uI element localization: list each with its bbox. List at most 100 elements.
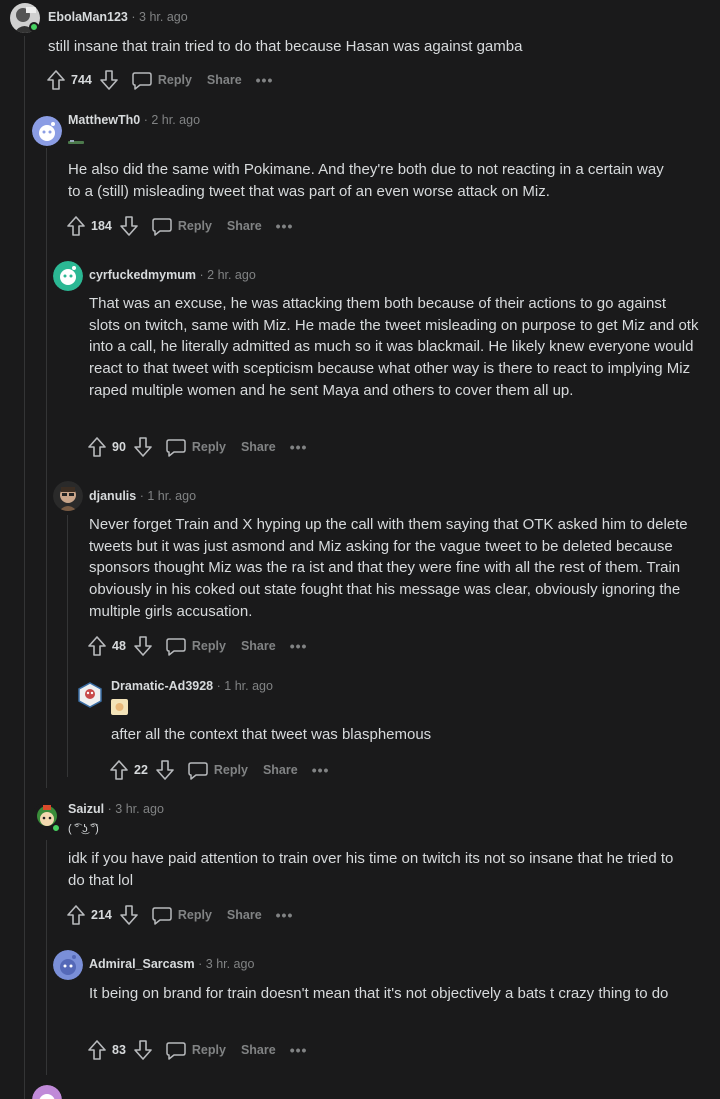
thread-line[interactable]: [67, 515, 68, 777]
upvote-icon[interactable]: [86, 1039, 108, 1061]
comment-meta: EbolaMan123 · 3 hr. ago: [48, 10, 188, 24]
comment-actions: 214 Reply Share •••: [65, 903, 293, 927]
timestamp[interactable]: 1 hr. ago: [147, 489, 196, 503]
comment-icon: [166, 1041, 186, 1060]
username[interactable]: cyrfuckedmymum: [89, 268, 196, 282]
username[interactable]: djanulis: [89, 489, 136, 503]
upvote-icon[interactable]: [45, 69, 67, 91]
share-button[interactable]: Share: [263, 763, 298, 777]
avatar[interactable]: [53, 481, 83, 511]
reply-button[interactable]: Reply: [188, 761, 248, 780]
reply-label: Reply: [191, 639, 226, 653]
username[interactable]: EbolaMan123: [48, 10, 128, 24]
separator: ·: [143, 113, 148, 127]
timestamp[interactable]: 1 hr. ago: [224, 679, 273, 693]
comment-body: That was an excuse, he was attacking the…: [89, 295, 699, 399]
separator: ·: [139, 489, 144, 503]
share-button[interactable]: Share: [227, 219, 262, 233]
comment-meta: cyrfuckedmymum · 2 hr. ago: [89, 268, 256, 282]
comment-icon: [152, 217, 172, 236]
reply-button[interactable]: Reply: [166, 438, 226, 457]
upvote-icon[interactable]: [86, 635, 108, 657]
separator: ·: [107, 802, 112, 816]
timestamp[interactable]: 3 hr. ago: [139, 10, 188, 24]
more-options-icon[interactable]: •••: [290, 1042, 308, 1058]
timestamp[interactable]: 2 hr. ago: [151, 113, 200, 127]
comment-meta: MatthewTh0 · 2 hr. ago: [68, 113, 200, 127]
upvote-icon[interactable]: [86, 436, 108, 458]
username[interactable]: Dramatic-Ad3928: [111, 679, 213, 693]
upvote-icon[interactable]: [108, 759, 130, 781]
reply-label: Reply: [191, 1043, 226, 1057]
share-button[interactable]: Share: [207, 73, 242, 87]
downvote-icon[interactable]: [132, 1039, 154, 1061]
downvote-icon[interactable]: [118, 215, 140, 237]
comment-meta: Admiral_Sarcasm · 3 hr. ago: [89, 957, 254, 971]
thread-line[interactable]: [46, 148, 47, 788]
thread-line[interactable]: [46, 840, 47, 1075]
avatar[interactable]: [32, 116, 62, 146]
comment-meta: Saizul · 3 hr. ago: [68, 802, 164, 816]
comment-body: It being on brand for train doesn't mean…: [89, 985, 669, 1002]
username[interactable]: Saizul: [68, 802, 104, 816]
online-status-icon: [29, 22, 39, 32]
vote-count: 48: [112, 639, 126, 653]
share-button[interactable]: Share: [241, 440, 276, 454]
username[interactable]: MatthewTh0: [68, 113, 140, 127]
downvote-icon[interactable]: [98, 69, 120, 91]
separator: ·: [131, 10, 136, 24]
comment-meta: Dramatic-Ad3928 · 1 hr. ago: [111, 679, 273, 693]
thread-line[interactable]: [24, 36, 25, 1099]
downvote-icon[interactable]: [132, 635, 154, 657]
share-button[interactable]: Share: [241, 639, 276, 653]
more-options-icon[interactable]: •••: [276, 907, 294, 923]
comment-icon: [188, 761, 208, 780]
avatar[interactable]: [53, 261, 83, 291]
share-button[interactable]: Share: [227, 908, 262, 922]
share-button[interactable]: Share: [241, 1043, 276, 1057]
more-options-icon[interactable]: •••: [290, 439, 308, 455]
separator: ·: [216, 679, 221, 693]
timestamp[interactable]: 3 hr. ago: [115, 802, 164, 816]
comment-icon: [152, 906, 172, 925]
reply-label: Reply: [213, 763, 248, 777]
reply-label: Reply: [177, 908, 212, 922]
comment-actions: 22 Reply Share •••: [108, 758, 329, 782]
comment-body: He also did the same with Pokimane. And …: [68, 161, 664, 200]
more-options-icon[interactable]: •••: [290, 638, 308, 654]
comment-actions: 90 Reply Share •••: [86, 435, 307, 459]
reply-button[interactable]: Reply: [152, 217, 212, 236]
comment-body: Never forget Train and X hyping up the c…: [89, 516, 688, 620]
timestamp[interactable]: 3 hr. ago: [206, 957, 255, 971]
reply-label: Reply: [177, 219, 212, 233]
comment-body: after all the context that tweet was bla…: [111, 726, 432, 743]
more-options-icon[interactable]: •••: [256, 72, 274, 88]
downvote-icon[interactable]: [132, 436, 154, 458]
reply-button[interactable]: Reply: [166, 637, 226, 656]
vote-count: 83: [112, 1043, 126, 1057]
vote-count: 184: [91, 219, 112, 233]
avatar[interactable]: [53, 950, 83, 980]
reply-label: Reply: [191, 440, 226, 454]
separator: ·: [199, 268, 204, 282]
flair-icon: [111, 699, 128, 718]
comment-icon: [166, 438, 186, 457]
downvote-icon[interactable]: [154, 759, 176, 781]
avatar[interactable]: [75, 680, 105, 710]
downvote-icon[interactable]: [118, 904, 140, 926]
vote-count: 22: [134, 763, 148, 777]
avatar[interactable]: [32, 1085, 62, 1099]
username[interactable]: Admiral_Sarcasm: [89, 957, 195, 971]
reply-button[interactable]: Reply: [152, 906, 212, 925]
comment-meta: djanulis · 1 hr. ago: [89, 489, 196, 503]
timestamp[interactable]: 2 hr. ago: [207, 268, 256, 282]
more-options-icon[interactable]: •••: [276, 218, 294, 234]
comment-icon: [166, 637, 186, 656]
upvote-icon[interactable]: [65, 904, 87, 926]
upvote-icon[interactable]: [65, 215, 87, 237]
reply-button[interactable]: Reply: [166, 1041, 226, 1060]
more-options-icon[interactable]: •••: [312, 762, 330, 778]
flair: ( ͡° ͜ʖ ͡°): [68, 823, 99, 835]
reply-button[interactable]: Reply: [132, 71, 192, 90]
comment-body: still insane that train tried to do that…: [48, 38, 523, 55]
